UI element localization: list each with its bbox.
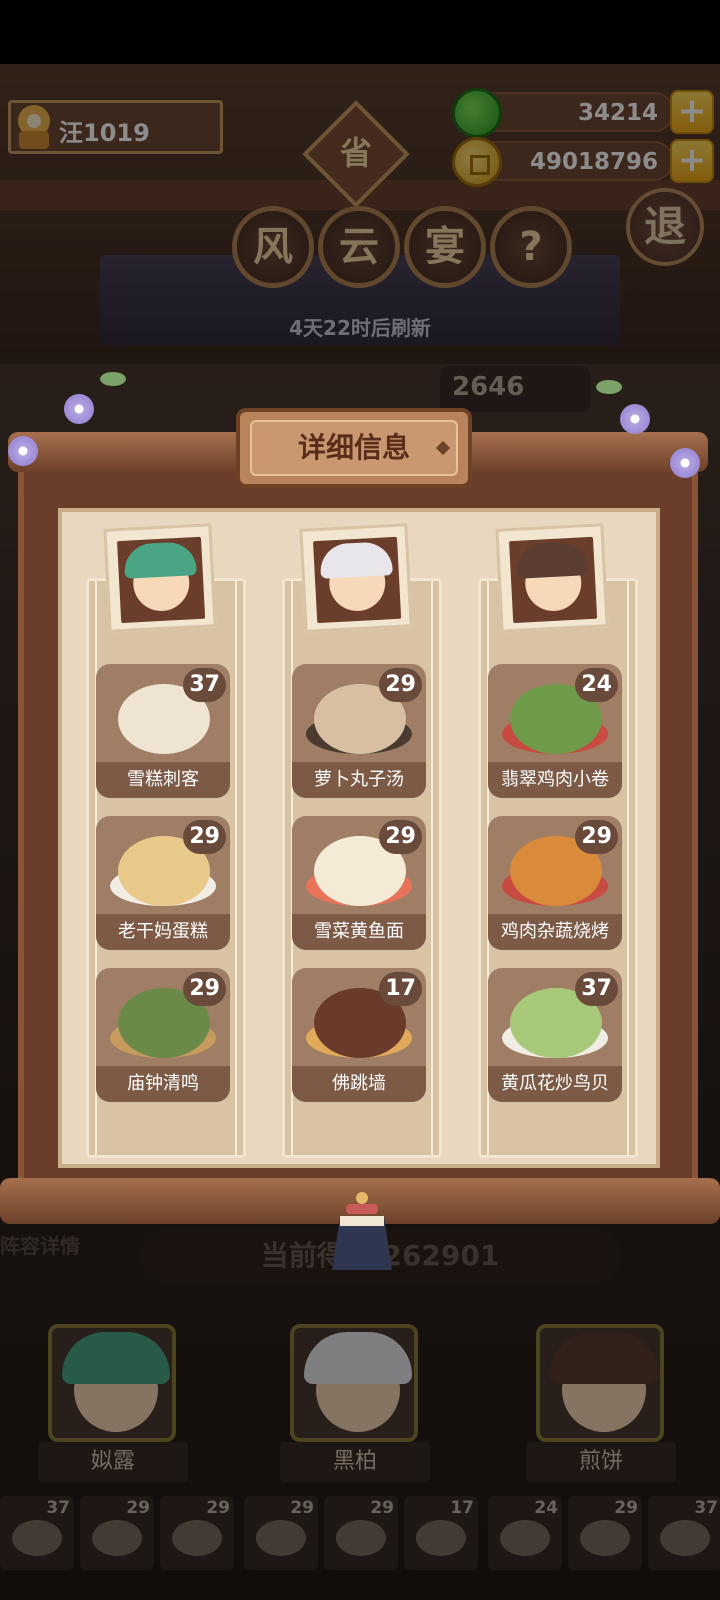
character-portrait-1[interactable]: [103, 523, 217, 633]
leaf-decoration: [596, 380, 622, 394]
portrait-frame: [509, 536, 598, 624]
character-portrait-3[interactable]: [495, 523, 609, 633]
flower-decoration: [64, 394, 94, 424]
dish-card[interactable]: 37 雪糕刺客: [96, 664, 230, 798]
character-portrait-2[interactable]: [299, 523, 413, 633]
dish-count: 24: [575, 668, 618, 702]
dish-name: 黄瓜花炒鸟贝: [488, 1066, 622, 1102]
dish-count: 17: [379, 972, 422, 1006]
detail-panel-header: 详细信息: [236, 408, 472, 488]
dish-name: 翡翠鸡肉小卷: [488, 762, 622, 798]
dish-count: 29: [183, 972, 226, 1006]
dish-card[interactable]: 29 鸡肉杂蔬烧烤: [488, 816, 622, 950]
dish-count: 37: [575, 972, 618, 1006]
portrait-frame: [313, 536, 402, 624]
dish-count: 37: [183, 668, 226, 702]
dish-name: 庙钟清鸣: [96, 1066, 230, 1102]
dish-count: 29: [379, 820, 422, 854]
portrait-hair: [123, 541, 197, 579]
portrait-hair: [319, 541, 393, 579]
leaf-decoration: [100, 372, 126, 386]
dish-name: 佛跳墙: [292, 1066, 426, 1102]
dish-card[interactable]: 17 佛跳墙: [292, 968, 426, 1102]
dish-count: 29: [183, 820, 226, 854]
column-divider: [431, 581, 433, 1155]
status-bar: [0, 0, 720, 64]
detail-panel-title: 详细信息: [250, 420, 458, 476]
dish-name: 老干妈蛋糕: [96, 914, 230, 950]
dish-card[interactable]: 29 萝卜丸子汤: [292, 664, 426, 798]
close-tassel-icon[interactable]: [326, 1192, 398, 1272]
dish-name: 萝卜丸子汤: [292, 762, 426, 798]
portrait-frame: [117, 536, 206, 624]
flower-decoration: [670, 448, 700, 478]
column-divider: [235, 581, 237, 1155]
dish-card[interactable]: 24 翡翠鸡肉小卷: [488, 664, 622, 798]
game-screen: 汪1019 34214 + 49018796 + 省 风 云 宴 ? 退 4天2…: [0, 0, 720, 1600]
dish-name: 雪糕刺客: [96, 762, 230, 798]
dish-count: 29: [379, 668, 422, 702]
flower-decoration: [620, 404, 650, 434]
column-divider: [627, 581, 629, 1155]
dish-name: 鸡肉杂蔬烧烤: [488, 914, 622, 950]
dish-card[interactable]: 29 雪菜黄鱼面: [292, 816, 426, 950]
flower-decoration: [8, 436, 38, 466]
dish-name: 雪菜黄鱼面: [292, 914, 426, 950]
dish-card[interactable]: 37 黄瓜花炒鸟贝: [488, 968, 622, 1102]
dish-card[interactable]: 29 老干妈蛋糕: [96, 816, 230, 950]
dish-count: 29: [575, 820, 618, 854]
dish-card[interactable]: 29 庙钟清鸣: [96, 968, 230, 1102]
portrait-hair: [515, 541, 589, 579]
